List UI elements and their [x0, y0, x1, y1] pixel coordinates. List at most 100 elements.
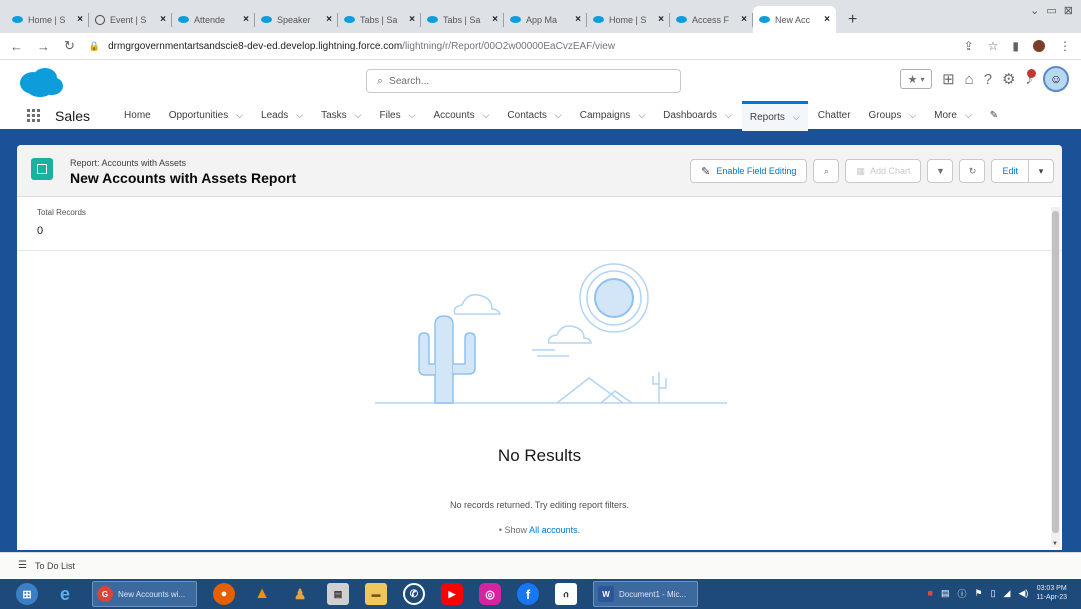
tray-volume-icon[interactable]: ◀) [1018, 588, 1028, 599]
vlc-icon[interactable]: ▲ [251, 583, 273, 605]
help-icon[interactable]: ? [984, 71, 992, 88]
user-folder-icon[interactable]: ♟ [289, 583, 311, 605]
close-tab-icon[interactable]: × [575, 14, 581, 25]
nav-item-opportunities[interactable]: Opportunities ⌵ [161, 101, 251, 131]
global-actions-icon[interactable]: ⊞ [942, 70, 955, 88]
youtube-icon[interactable]: ▶ [441, 583, 463, 605]
calculator-icon[interactable]: ▤ [327, 583, 349, 605]
tray-info-icon[interactable]: ⓘ [958, 587, 967, 600]
close-tab-icon[interactable]: × [658, 14, 664, 25]
chevron-down-icon[interactable]: ⌵ [409, 110, 416, 121]
browser-tab[interactable]: Attende × [172, 6, 255, 33]
global-search-input[interactable]: ⌕ Search... [366, 69, 681, 93]
setup-gear-icon[interactable]: ⚙ [1002, 70, 1015, 88]
tray-battery-icon[interactable]: ▯ [991, 588, 996, 599]
edit-button[interactable]: Edit [991, 159, 1028, 183]
internet-explorer-icon[interactable]: e [54, 583, 76, 605]
close-tab-icon[interactable]: × [326, 14, 332, 25]
back-arrow-icon[interactable]: ← [10, 39, 23, 54]
close-window-icon[interactable]: ⊠ [1064, 4, 1073, 17]
close-tab-icon[interactable]: × [741, 14, 747, 25]
nav-item-files[interactable]: Files ⌵ [372, 101, 424, 131]
profile-avatar-icon[interactable] [1033, 40, 1045, 52]
windows-start-icon[interactable]: ⊞ [16, 583, 38, 605]
system-clock[interactable]: 03:03 PM 11-Apr-23 [1036, 584, 1067, 602]
chevron-down-icon[interactable]: ⌵ [555, 110, 562, 121]
todo-list-button[interactable]: To Do List [35, 561, 75, 571]
browser-tab[interactable]: New Acc × [753, 6, 836, 33]
new-tab-button[interactable]: + [848, 11, 857, 29]
whatsapp-icon[interactable]: ✆ [403, 583, 425, 605]
chevron-down-icon[interactable]: ⌵ [965, 110, 972, 121]
browser-tab[interactable]: Home | S × [587, 6, 670, 33]
browser-tab[interactable]: App Ma × [504, 6, 587, 33]
sidepanel-icon[interactable]: ▮ [1012, 39, 1019, 53]
nav-item-campaigns[interactable]: Campaigns ⌵ [572, 101, 653, 131]
browser-menu-icon[interactable]: ⋮ [1059, 39, 1071, 53]
edit-menu-button[interactable]: ▾ [1028, 159, 1054, 183]
nav-item-home[interactable]: Home [116, 101, 159, 131]
tray-keyboard-icon[interactable]: ▤ [941, 588, 950, 599]
facebook-icon[interactable]: f [517, 583, 539, 605]
taskbar-chrome-window[interactable]: G New Accounts wi... [92, 581, 197, 607]
chevron-down-icon[interactable]: ⌵ [725, 110, 732, 121]
nav-item-groups[interactable]: Groups ⌵ [861, 101, 925, 131]
browser-tab[interactable]: Tabs | Sa × [338, 6, 421, 33]
nav-item-leads[interactable]: Leads ⌵ [253, 101, 311, 131]
browser-tab[interactable]: Access F × [670, 6, 753, 33]
chevron-down-icon[interactable]: ⌵ [638, 110, 645, 121]
add-chart-button[interactable]: ▦ Add Chart [845, 159, 922, 183]
user-avatar[interactable]: ☺ [1043, 66, 1069, 92]
search-report-button[interactable]: ⌕ [813, 159, 840, 183]
minimize-icon[interactable]: ⌄ [1030, 4, 1039, 17]
browser-tab[interactable]: Tabs | Sa × [421, 6, 504, 33]
close-tab-icon[interactable]: × [243, 14, 249, 25]
nav-item-dashboards[interactable]: Dashboards ⌵ [655, 101, 740, 131]
trailhead-icon[interactable]: ⌂ [965, 71, 974, 88]
tray-app-icon[interactable]: ■ [928, 588, 933, 598]
instagram-icon[interactable]: ◎ [479, 583, 501, 605]
salesforce-logo-icon[interactable] [18, 66, 64, 98]
reload-icon[interactable]: ↻ [64, 38, 75, 54]
nav-item-reports[interactable]: Reports ⌵ [741, 100, 808, 131]
file-explorer-icon[interactable]: ▬ [365, 583, 387, 605]
tray-network-icon[interactable]: ◢ [1004, 588, 1011, 599]
close-tab-icon[interactable]: × [492, 14, 498, 25]
close-tab-icon[interactable]: × [160, 14, 166, 25]
browser-tab[interactable]: Home | S × [6, 6, 89, 33]
nav-item-tasks[interactable]: Tasks ⌵ [313, 101, 369, 131]
forward-arrow-icon[interactable]: → [37, 39, 50, 54]
chevron-down-icon[interactable]: ⌵ [793, 112, 800, 123]
taskbar-word-window[interactable]: W Document1 - Mic... [593, 581, 698, 607]
chevron-down-icon[interactable]: ⌵ [483, 110, 490, 121]
bookmark-star-icon[interactable]: ☆ [988, 39, 999, 53]
filter-button[interactable]: ▼ [927, 159, 954, 183]
app-launcher-icon[interactable] [27, 108, 41, 123]
edit-nav-pencil-icon[interactable]: ✎ [982, 101, 1006, 131]
enable-field-editing-button[interactable]: ✎ Enable Field Editing [690, 159, 808, 183]
nav-item-contacts[interactable]: Contacts ⌵ [499, 101, 569, 131]
nav-item-chatter[interactable]: Chatter [810, 101, 859, 131]
app-icon[interactable]: ሰ [555, 583, 577, 605]
notifications-bell-icon[interactable]: ♪ [1026, 68, 1036, 88]
url-field[interactable]: 🔒 drmgrgovernmentartsandscie8-dev-ed.dev… [89, 36, 964, 56]
all-accounts-link[interactable]: All accounts. [529, 525, 580, 535]
close-tab-icon[interactable]: × [409, 14, 415, 25]
refresh-button[interactable]: ↻ [959, 159, 986, 183]
chevron-down-icon[interactable]: ⌵ [355, 110, 362, 121]
nav-item-accounts[interactable]: Accounts ⌵ [425, 101, 497, 131]
close-tab-icon[interactable]: × [77, 14, 83, 25]
share-icon[interactable]: ⇪ [964, 39, 974, 53]
favorites-button[interactable]: ★ ▾ [900, 69, 933, 89]
close-tab-icon[interactable]: × [824, 14, 830, 25]
vertical-scrollbar[interactable]: ▼ [1051, 207, 1060, 547]
chevron-down-icon[interactable]: ⌵ [909, 110, 916, 121]
chevron-down-icon[interactable]: ⌵ [296, 110, 303, 121]
browser-tab[interactable]: Event | S × [89, 6, 172, 33]
firefox-icon[interactable]: ● [213, 583, 235, 605]
tray-flag-icon[interactable]: ⚑ [975, 588, 983, 599]
browser-tab[interactable]: Speaker × [255, 6, 338, 33]
nav-item-more[interactable]: More ⌵ [926, 101, 980, 131]
restore-icon[interactable]: ▭ [1046, 4, 1056, 17]
chevron-down-icon[interactable]: ⌵ [236, 110, 243, 121]
